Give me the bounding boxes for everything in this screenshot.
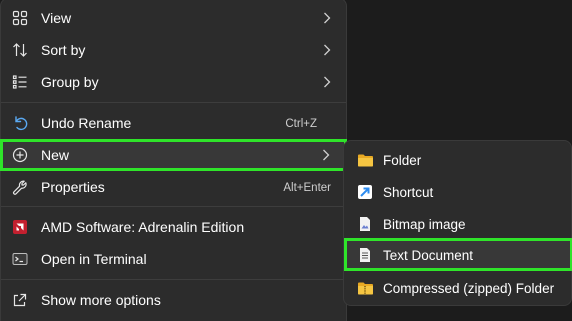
menu-item-label: AMD Software: Adrenalin Edition	[41, 219, 245, 235]
menu-item-new[interactable]: New	[0, 139, 347, 171]
shortcut-text: Alt+Enter	[283, 182, 331, 194]
shortcut-text: Ctrl+Z	[285, 118, 317, 130]
menu-item-label: Properties	[41, 179, 105, 195]
menu-separator	[1, 102, 346, 103]
submenu-item-shortcut[interactable]: Shortcut	[348, 176, 572, 207]
folder-icon	[356, 151, 374, 169]
submenu-item-label: Shortcut	[383, 185, 434, 200]
menu-separator	[1, 206, 346, 207]
menu-item-label: Show more options	[41, 292, 161, 308]
menu-item-view[interactable]: View	[5, 3, 343, 34]
submenu-item-folder[interactable]: Folder	[348, 144, 572, 175]
chevron-right-icon	[324, 76, 331, 88]
menu-item-label: View	[41, 10, 72, 26]
shortcut-icon	[356, 183, 374, 201]
new-submenu: Folder Shortcut Bitmap image Text Docume…	[343, 140, 572, 306]
share-icon	[11, 291, 29, 309]
menu-item-label: Open in Terminal	[41, 251, 147, 267]
zip-folder-icon	[356, 279, 374, 297]
text-document-icon	[356, 246, 374, 264]
menu-item-label: Group by	[41, 74, 99, 90]
bitmap-icon	[356, 215, 374, 233]
menu-item-group-by[interactable]: Group by	[5, 67, 343, 98]
submenu-item-label: Compressed (zipped) Folder	[383, 281, 555, 296]
submenu-item-label: Bitmap image	[383, 217, 466, 232]
submenu-item-bitmap-image[interactable]: Bitmap image	[348, 208, 572, 239]
sort-arrows-icon	[11, 41, 29, 59]
terminal-icon	[11, 250, 29, 268]
wrench-icon	[11, 178, 29, 196]
menu-item-open-in-terminal[interactable]: Open in Terminal	[5, 244, 343, 275]
amd-icon	[11, 218, 29, 236]
menu-item-sort-by[interactable]: Sort by	[5, 35, 343, 66]
menu-item-amd-software[interactable]: AMD Software: Adrenalin Edition	[5, 212, 343, 243]
menu-item-undo-rename[interactable]: Undo Rename Ctrl+Z	[5, 108, 343, 139]
undo-icon	[11, 114, 29, 132]
submenu-item-label: Folder	[383, 153, 422, 168]
submenu-item-label: Text Document	[383, 248, 474, 263]
context-menu: View Sort by Group by Undo Rename Ctrl+Z	[0, 0, 347, 321]
menu-separator	[1, 279, 346, 280]
plus-circle-icon	[11, 146, 29, 164]
grid-view-icon	[11, 9, 29, 27]
menu-item-show-more-options[interactable]: Show more options	[5, 285, 343, 316]
chevron-right-icon	[324, 12, 331, 24]
menu-item-label: New	[41, 147, 70, 163]
chevron-right-icon	[323, 149, 330, 161]
chevron-right-icon	[324, 44, 331, 56]
menu-item-properties[interactable]: Properties Alt+Enter	[5, 172, 343, 203]
group-list-icon	[11, 73, 29, 91]
submenu-item-compressed-folder[interactable]: Compressed (zipped) Folder	[348, 272, 572, 303]
menu-item-label: Sort by	[41, 42, 86, 58]
menu-item-label: Undo Rename	[41, 115, 132, 131]
submenu-item-text-document[interactable]: Text Document	[344, 238, 572, 271]
